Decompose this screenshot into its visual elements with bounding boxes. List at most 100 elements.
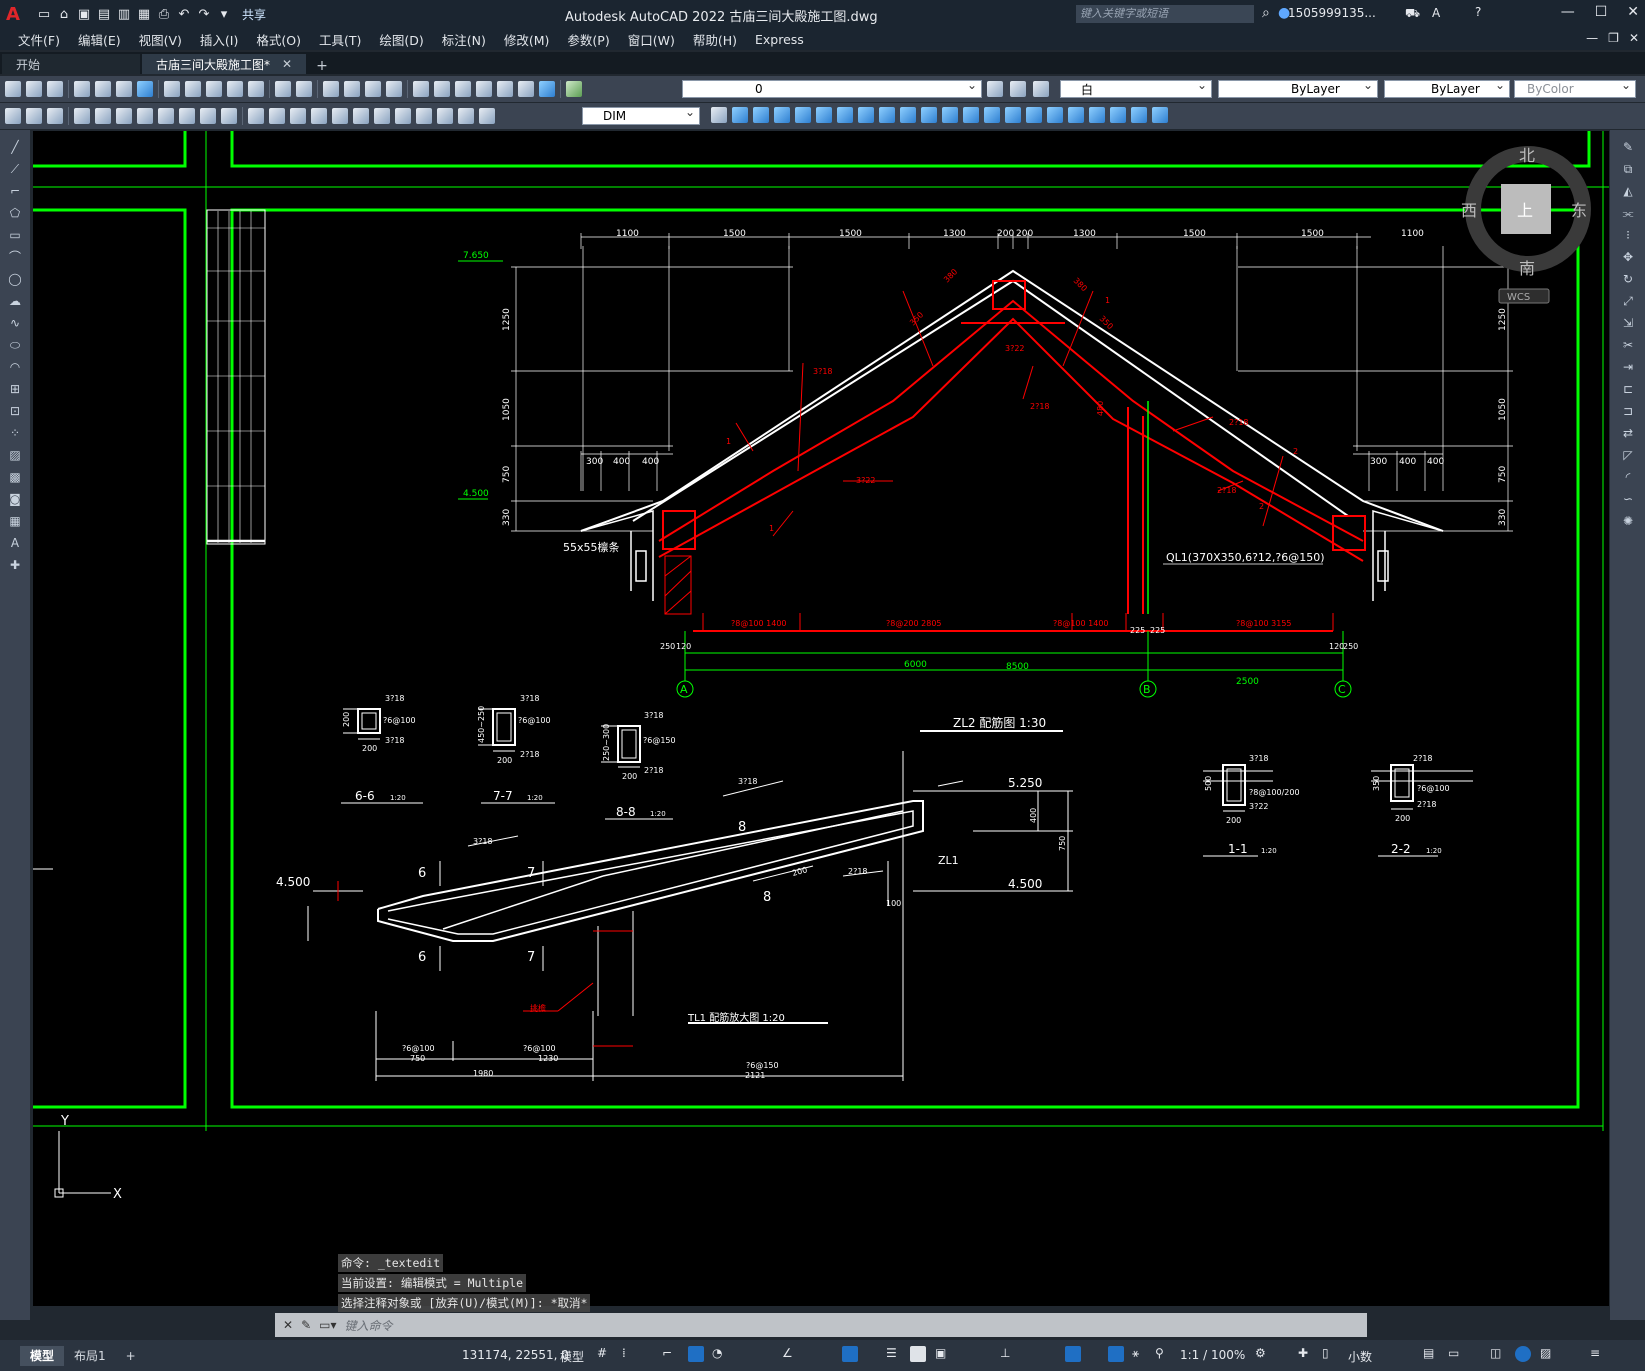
help-icon[interactable]: ? xyxy=(1475,5,1481,19)
isolate-objects-icon[interactable] xyxy=(1515,1346,1531,1362)
spline-icon[interactable]: ∿ xyxy=(7,316,23,330)
join-icon[interactable]: ⇄ xyxy=(1620,426,1636,440)
undo-icon[interactable]: ↶ xyxy=(176,6,192,22)
save-icon[interactable]: ▣ xyxy=(76,6,92,22)
maximize-icon[interactable]: ☐ xyxy=(1595,4,1608,20)
3d-torus-icon[interactable] xyxy=(837,107,853,123)
recent-commands-icon[interactable]: ▭▾ xyxy=(319,1318,336,1332)
menu-format[interactable]: 格式(O) xyxy=(256,30,301,49)
array-icon[interactable]: ⁝ xyxy=(1620,228,1636,242)
region-icon[interactable]: ◙ xyxy=(7,492,23,506)
dim-style-icon[interactable] xyxy=(711,107,727,123)
lineweight-dropdown[interactable]: ByLayer xyxy=(1384,78,1510,98)
new-tab-icon[interactable]: + xyxy=(316,58,328,74)
print-icon[interactable]: ⎙ xyxy=(156,6,172,22)
3d-pyramid-icon[interactable] xyxy=(858,107,874,123)
layer-match-icon[interactable] xyxy=(1033,81,1049,97)
user-name[interactable]: 1505999135... xyxy=(1288,6,1376,20)
stretch-icon[interactable]: ⇲ xyxy=(1620,316,1636,330)
workspace-icon[interactable] xyxy=(5,108,21,124)
arc-icon[interactable]: ⌒ xyxy=(7,250,23,264)
fillet-icon[interactable]: ◜ xyxy=(1620,470,1636,484)
diameter-dim-icon[interactable] xyxy=(200,108,216,124)
tab-drawing[interactable]: 古庙三间大殿施工图* ✕ xyxy=(142,54,307,74)
tolerance-icon[interactable] xyxy=(353,108,369,124)
erase-icon[interactable]: ✎ xyxy=(1620,140,1636,154)
markup-icon[interactable] xyxy=(497,81,513,97)
revision-cloud-icon[interactable]: ☁ xyxy=(7,294,23,308)
layer-dropdown[interactable]: 0 xyxy=(682,78,982,98)
jogged-linear-icon[interactable] xyxy=(416,108,432,124)
blend-icon[interactable]: ∽ xyxy=(1620,492,1636,506)
lineweight-icon[interactable]: ☰ xyxy=(886,1346,902,1362)
insert-block-icon[interactable]: ⊞ xyxy=(7,382,23,396)
tool-palettes-icon[interactable] xyxy=(455,81,471,97)
transparency-icon[interactable] xyxy=(910,1346,926,1362)
menu-parametric[interactable]: 参数(P) xyxy=(567,30,609,49)
menu-view[interactable]: 视图(V) xyxy=(139,30,182,49)
menu-window[interactable]: 窗口(W) xyxy=(628,30,675,49)
3d-revolve-icon[interactable] xyxy=(900,107,916,123)
infer-icon[interactable]: ⌐ xyxy=(662,1346,678,1362)
make-block-icon[interactable]: ⊡ xyxy=(7,404,23,418)
redo-icon[interactable] xyxy=(296,81,312,97)
extend-icon[interactable]: ⇥ xyxy=(1620,360,1636,374)
viewcube-top[interactable]: 上 xyxy=(1517,201,1533,220)
menu-edit[interactable]: 编辑(E) xyxy=(78,30,121,49)
isodraft-icon[interactable]: ∠ xyxy=(782,1346,798,1362)
drawing-canvas[interactable]: 1100 1500 1500 1300 200 200 1300 1500 15… xyxy=(33,131,1609,1306)
units-icon[interactable]: ▯ xyxy=(1322,1346,1338,1362)
workspace-gear-icon[interactable]: ⚙ xyxy=(1255,1346,1271,1362)
hatch-icon[interactable]: ▨ xyxy=(7,448,23,462)
redo-icon[interactable]: ↷ xyxy=(196,6,212,22)
rotate-icon[interactable]: ↻ xyxy=(1620,272,1636,286)
menu-insert[interactable]: 插入(I) xyxy=(200,30,238,49)
open-icon[interactable] xyxy=(26,81,42,97)
help-icon[interactable] xyxy=(539,81,555,97)
polyline-icon[interactable]: ⌐ xyxy=(7,184,23,198)
make-current-layer-icon[interactable] xyxy=(987,81,1003,97)
open-file-icon[interactable]: ⌂ xyxy=(56,6,72,22)
annotation-scale[interactable]: 1:1 / 100% xyxy=(1180,1348,1245,1362)
rectangle-icon[interactable]: ▭ xyxy=(7,228,23,242)
3d-wedge-icon[interactable] xyxy=(753,107,769,123)
autocad-logo[interactable]: A xyxy=(6,4,32,25)
layer-properties-icon[interactable] xyxy=(47,108,63,124)
break-icon[interactable]: ⊐ xyxy=(1620,404,1636,418)
arc-length-icon[interactable] xyxy=(116,108,132,124)
zoom-window-icon[interactable] xyxy=(365,81,381,97)
tab-close-icon[interactable]: ✕ xyxy=(282,57,292,71)
radius-dim-icon[interactable] xyxy=(158,108,174,124)
dim-break-icon[interactable] xyxy=(332,108,348,124)
3d-array-icon[interactable] xyxy=(1089,107,1105,123)
3d-rotate-icon[interactable] xyxy=(1047,107,1063,123)
undo-icon[interactable] xyxy=(275,81,291,97)
offset-icon[interactable]: ⫘ xyxy=(1620,206,1636,220)
cart-icon[interactable]: ⛟ xyxy=(1405,6,1420,22)
osnap-icon[interactable] xyxy=(842,1346,858,1362)
dynamic-ucs-icon[interactable]: ⊥ xyxy=(1000,1346,1016,1362)
close-cmd-icon[interactable]: ✕ xyxy=(283,1318,293,1332)
annotation-scale-icon[interactable]: ⚲ xyxy=(1155,1346,1171,1362)
center-mark-icon[interactable] xyxy=(374,108,390,124)
zoom-realtime-icon[interactable] xyxy=(344,81,360,97)
model-space-toggle[interactable]: 模型 xyxy=(560,1348,584,1365)
dim-space-icon[interactable] xyxy=(311,108,327,124)
plotstyle-dropdown[interactable]: ByColor xyxy=(1514,78,1636,98)
coordinates-readout[interactable]: 131174, 22551, 0 xyxy=(462,1348,569,1362)
3d-subtract-icon[interactable] xyxy=(984,107,1000,123)
angular-dim-icon[interactable] xyxy=(221,108,237,124)
units-dropdown[interactable]: 小数 xyxy=(1348,1348,1372,1365)
dropdown-icon[interactable]: ▾ xyxy=(216,6,232,22)
linetype-dropdown[interactable]: ByLayer xyxy=(1218,78,1378,98)
3d-slice-icon[interactable] xyxy=(1131,107,1147,123)
3d-move-icon[interactable] xyxy=(1026,107,1042,123)
plot-icon[interactable] xyxy=(74,81,90,97)
layout1-tab[interactable]: 布局1 xyxy=(64,1346,116,1366)
new-icon[interactable] xyxy=(5,81,21,97)
snap-icon[interactable]: ⁞ xyxy=(622,1346,638,1362)
menu-tools[interactable]: 工具(T) xyxy=(319,30,361,49)
match-prop-icon[interactable] xyxy=(227,81,243,97)
scale-icon[interactable]: ⤢ xyxy=(1620,294,1636,308)
explode-icon[interactable]: ✺ xyxy=(1620,514,1636,528)
